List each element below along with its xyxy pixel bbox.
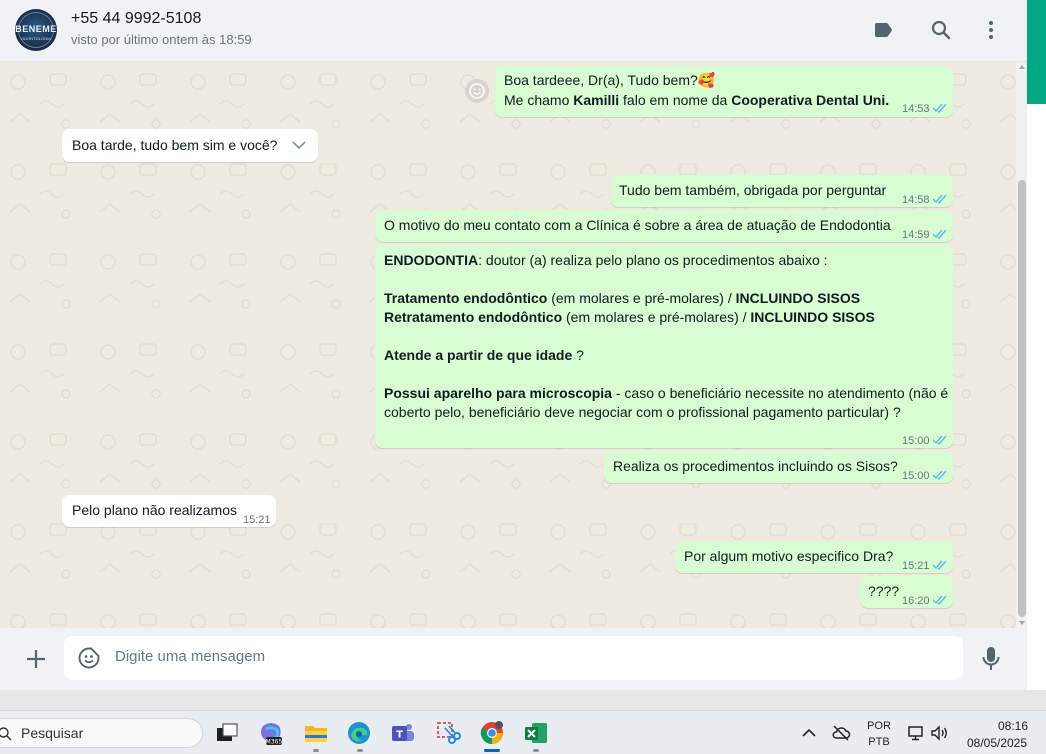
label-icon[interactable]	[871, 18, 895, 42]
message-time: 15:00	[902, 470, 930, 482]
search-icon[interactable]	[929, 18, 953, 42]
message-text: Me chamo Kamilli falo em nome da Coopera…	[504, 92, 890, 108]
message-text: Atende a partir de que idade ?	[384, 347, 584, 363]
message-input-box[interactable]: Digite uma mensagem	[64, 636, 963, 680]
message-text: coberto pelo, beneficiário deve negociar…	[384, 404, 901, 420]
chevron-down-icon[interactable]	[291, 138, 307, 152]
scroll-down-arrow-icon[interactable]	[1017, 619, 1027, 627]
message-text: Possui aparelho para microscopia - caso …	[384, 385, 949, 401]
message-time: 14:58	[902, 194, 930, 206]
double-check-icon	[932, 470, 947, 480]
running-indicator	[357, 749, 363, 752]
avatar-logo-subtext: ODONTOLOGIA	[21, 36, 51, 41]
message-bubble-incoming[interactable]: Boa tarde, tudo bem sim e você?	[62, 129, 318, 162]
microsoft-365-icon[interactable]: M365	[258, 720, 284, 746]
active-indicator	[484, 749, 500, 752]
chrome-icon[interactable]	[479, 720, 505, 746]
message-list[interactable]: Boa tardeee, Dr(a), Tudo bem?🥰 Me chamo …	[0, 62, 1027, 628]
keyboard-layout-indicator[interactable]: PTB	[864, 736, 894, 748]
message-text: Por algum motivo especifico Dra?	[684, 548, 894, 564]
scroll-up-arrow-icon[interactable]	[1017, 63, 1027, 71]
chevron-up-icon[interactable]	[801, 726, 817, 740]
message-time: 14:59	[902, 229, 930, 241]
chat-header: BENEME ODONTOLOGIA +55 44 9992-5108 vist…	[0, 0, 1027, 62]
message-bubble-outgoing[interactable]: O motivo do meu contato com a Clínica é …	[375, 210, 953, 242]
message-bubble-incoming[interactable]: Pelo plano não realizamos 15:21	[62, 495, 276, 527]
desktop-gap	[0, 690, 1046, 710]
svg-text:M365: M365	[266, 739, 283, 746]
language-indicator[interactable]: POR	[864, 720, 894, 732]
excel-icon[interactable]	[523, 720, 549, 746]
message-text: Realiza os procedimentos incluindo os Si…	[613, 458, 898, 474]
message-text: ????	[868, 583, 900, 599]
teams-icon[interactable]: T	[390, 720, 416, 746]
message-text: Tratamento endodôntico (em molares e pré…	[384, 290, 861, 306]
avatar-logo-text: BENEME	[15, 24, 57, 34]
cloud-off-icon[interactable]	[831, 724, 851, 742]
double-check-icon	[932, 229, 947, 239]
menu-kebab-icon[interactable]	[979, 18, 1003, 42]
message-time: 15:21	[243, 514, 271, 526]
contact-name[interactable]: +55 44 9992-5108	[71, 10, 201, 28]
message-time: 16:20	[902, 595, 930, 607]
task-view-icon[interactable]	[214, 720, 240, 746]
message-text: Boa tardeee, Dr(a), Tudo bem?🥰	[504, 72, 716, 88]
composer-bar: Digite uma mensagem	[0, 628, 1027, 690]
file-explorer-icon[interactable]	[303, 720, 329, 746]
double-check-icon	[932, 435, 947, 445]
message-bubble-outgoing[interactable]: Por algum motivo especifico Dra? 15:21	[675, 541, 953, 573]
message-text: Boa tarde, tudo bem sim e você?	[72, 137, 278, 153]
scrollbar-thumb[interactable]	[1018, 180, 1026, 617]
clock-date[interactable]: 08/05/2025	[962, 736, 1032, 750]
whatsapp-window: BENEME ODONTOLOGIA +55 44 9992-5108 vist…	[0, 0, 1046, 754]
message-text: Tudo bem também, obrigada por perguntar	[619, 182, 887, 198]
message-input[interactable]: Digite uma mensagem	[115, 648, 265, 665]
double-check-icon	[932, 560, 947, 570]
svg-text:T: T	[396, 730, 403, 741]
message-bubble-outgoing[interactable]: Boa tardeee, Dr(a), Tudo bem?🥰 Me chamo …	[495, 66, 953, 117]
message-time: 15:00	[902, 435, 930, 447]
window-accent-strip	[1027, 0, 1046, 104]
contact-status: visto por último ontem às 18:59	[71, 32, 252, 47]
windows-taskbar: Pesquisar M365 T POR PTB 08:16 08/05/202…	[0, 710, 1046, 754]
message-bubble-outgoing[interactable]: ENDODONTIA: doutor (a) realiza pelo plan…	[375, 245, 953, 448]
sticker-icon[interactable]	[77, 646, 101, 670]
message-time: 14:53	[902, 103, 930, 115]
monitor-network-icon[interactable]	[907, 724, 925, 742]
edge-browser-icon[interactable]	[346, 720, 372, 746]
double-check-icon	[932, 103, 947, 113]
taskbar-search-label: Pesquisar	[21, 725, 84, 741]
message-bubble-outgoing[interactable]: Realiza os procedimentos incluindo os Si…	[604, 451, 953, 483]
message-text: Pelo plano não realizamos	[72, 502, 237, 518]
double-check-icon	[932, 194, 947, 204]
speaker-volume-icon[interactable]	[930, 724, 950, 742]
search-icon	[0, 727, 12, 741]
running-indicator	[533, 749, 539, 752]
snipping-tool-icon[interactable]	[435, 720, 461, 746]
message-text: O motivo do meu contato com a Clínica é …	[384, 217, 891, 233]
double-check-icon	[932, 595, 947, 605]
react-emoji-icon[interactable]	[464, 78, 490, 104]
message-text: Retratamento endodôntico (em molares e p…	[384, 309, 875, 325]
plus-icon[interactable]	[24, 647, 48, 671]
clock-time[interactable]: 08:16	[992, 719, 1034, 733]
message-bubble-outgoing[interactable]: Tudo bem também, obrigada por perguntar …	[611, 175, 953, 207]
running-indicator	[313, 749, 319, 752]
avatar[interactable]: BENEME ODONTOLOGIA	[15, 9, 57, 51]
message-bubble-outgoing[interactable]: ???? 16:20	[860, 576, 953, 608]
window-edge	[1027, 104, 1046, 690]
message-time: 15:21	[902, 560, 930, 572]
message-text: ENDODONTIA: doutor (a) realiza pelo plan…	[384, 252, 828, 268]
microphone-icon[interactable]	[980, 645, 1002, 673]
